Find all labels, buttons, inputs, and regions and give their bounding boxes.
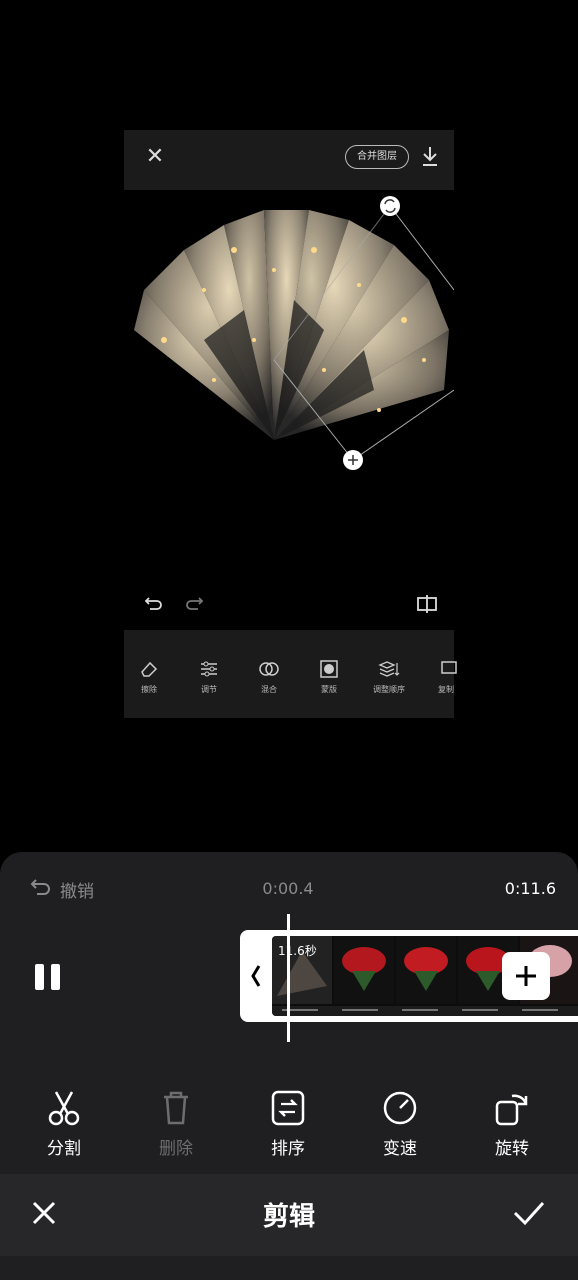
tool-blend[interactable]: 混合 <box>244 660 294 695</box>
bottom-action-bar: 剪辑 <box>0 1174 578 1256</box>
speed-icon <box>383 1091 417 1125</box>
page-title: 剪辑 <box>262 1202 315 1232</box>
tool-mask[interactable]: 蒙版 <box>304 660 354 695</box>
rose-thumbnail <box>396 936 456 1004</box>
copy-icon <box>441 661 457 674</box>
trash-icon <box>164 1091 188 1125</box>
clip-duration: 11.6秒 <box>278 944 317 958</box>
scissors-icon <box>48 1091 80 1126</box>
trim-handle-left-icon[interactable] <box>242 930 270 1022</box>
confirm-icon[interactable] <box>512 1198 546 1228</box>
action-label: 旋转 <box>495 1139 529 1159</box>
action-label: 删除 <box>159 1139 193 1159</box>
tool-label: 复制 <box>438 685 454 694</box>
compare-icon[interactable] <box>416 594 438 614</box>
tool-layer-order[interactable]: 调整顺序 <box>364 660 414 695</box>
tool-label: 擦除 <box>141 685 157 694</box>
rose-thumbnail <box>334 936 394 1004</box>
tool-label: 调整顺序 <box>373 685 405 694</box>
sort-icon <box>271 1090 305 1126</box>
scale-handle-icon[interactable] <box>343 450 363 470</box>
current-time: 0:00.4 <box>262 879 314 898</box>
tool-copy[interactable]: 复制 <box>424 660 474 695</box>
rotate-handle-icon[interactable] <box>380 196 400 216</box>
download-icon[interactable] <box>420 144 440 168</box>
add-clip-icon[interactable] <box>502 952 550 1000</box>
sort-button[interactable]: 排序 <box>248 1090 328 1159</box>
close-icon[interactable] <box>30 1199 58 1227</box>
bouquet-image <box>134 210 449 440</box>
action-label: 排序 <box>271 1139 305 1159</box>
pause-icon[interactable] <box>33 962 63 992</box>
playhead[interactable] <box>287 914 290 1042</box>
preview-close-icon[interactable]: ✕ <box>144 146 166 168</box>
undo-button[interactable]: 撤销 <box>30 876 94 902</box>
preview-undo-icon[interactable] <box>144 594 164 614</box>
action-label: 分割 <box>47 1139 81 1159</box>
total-time: 0:11.6 <box>504 879 556 898</box>
tool-label: 混合 <box>261 685 277 694</box>
tool-adjust[interactable]: 调节 <box>184 660 234 695</box>
speed-button[interactable]: 变速 <box>360 1090 440 1159</box>
layer-order-icon <box>378 661 400 677</box>
tool-label: 蒙版 <box>321 685 337 694</box>
tool-erase[interactable]: 擦除 <box>124 660 174 695</box>
rotate-button[interactable]: 旋转 <box>472 1090 552 1159</box>
bouquet-layer-canvas[interactable] <box>124 190 454 580</box>
preview-redo-icon[interactable] <box>184 594 204 614</box>
rotate-icon <box>495 1094 528 1126</box>
mask-icon <box>320 660 338 678</box>
photo-editor-preview: ✕ 合并图层 擦除 调节 混合 蒙版 调整顺序 复制 <box>124 130 457 718</box>
preview-toolbar: ✕ 合并图层 <box>124 130 454 190</box>
undo-label: 撤销 <box>60 882 94 902</box>
merge-layers-button[interactable]: 合并图层 <box>345 145 409 169</box>
blend-icon <box>259 662 279 676</box>
adjust-sliders-icon <box>201 661 217 677</box>
split-button[interactable]: 分割 <box>24 1090 104 1159</box>
action-label: 变速 <box>383 1139 417 1159</box>
eraser-icon <box>141 661 158 677</box>
preview-tool-bar: 擦除 调节 混合 蒙版 调整顺序 复制 <box>124 630 457 718</box>
tool-label: 调节 <box>201 685 217 694</box>
delete-button[interactable]: 删除 <box>136 1090 216 1159</box>
undo-icon <box>30 879 50 895</box>
